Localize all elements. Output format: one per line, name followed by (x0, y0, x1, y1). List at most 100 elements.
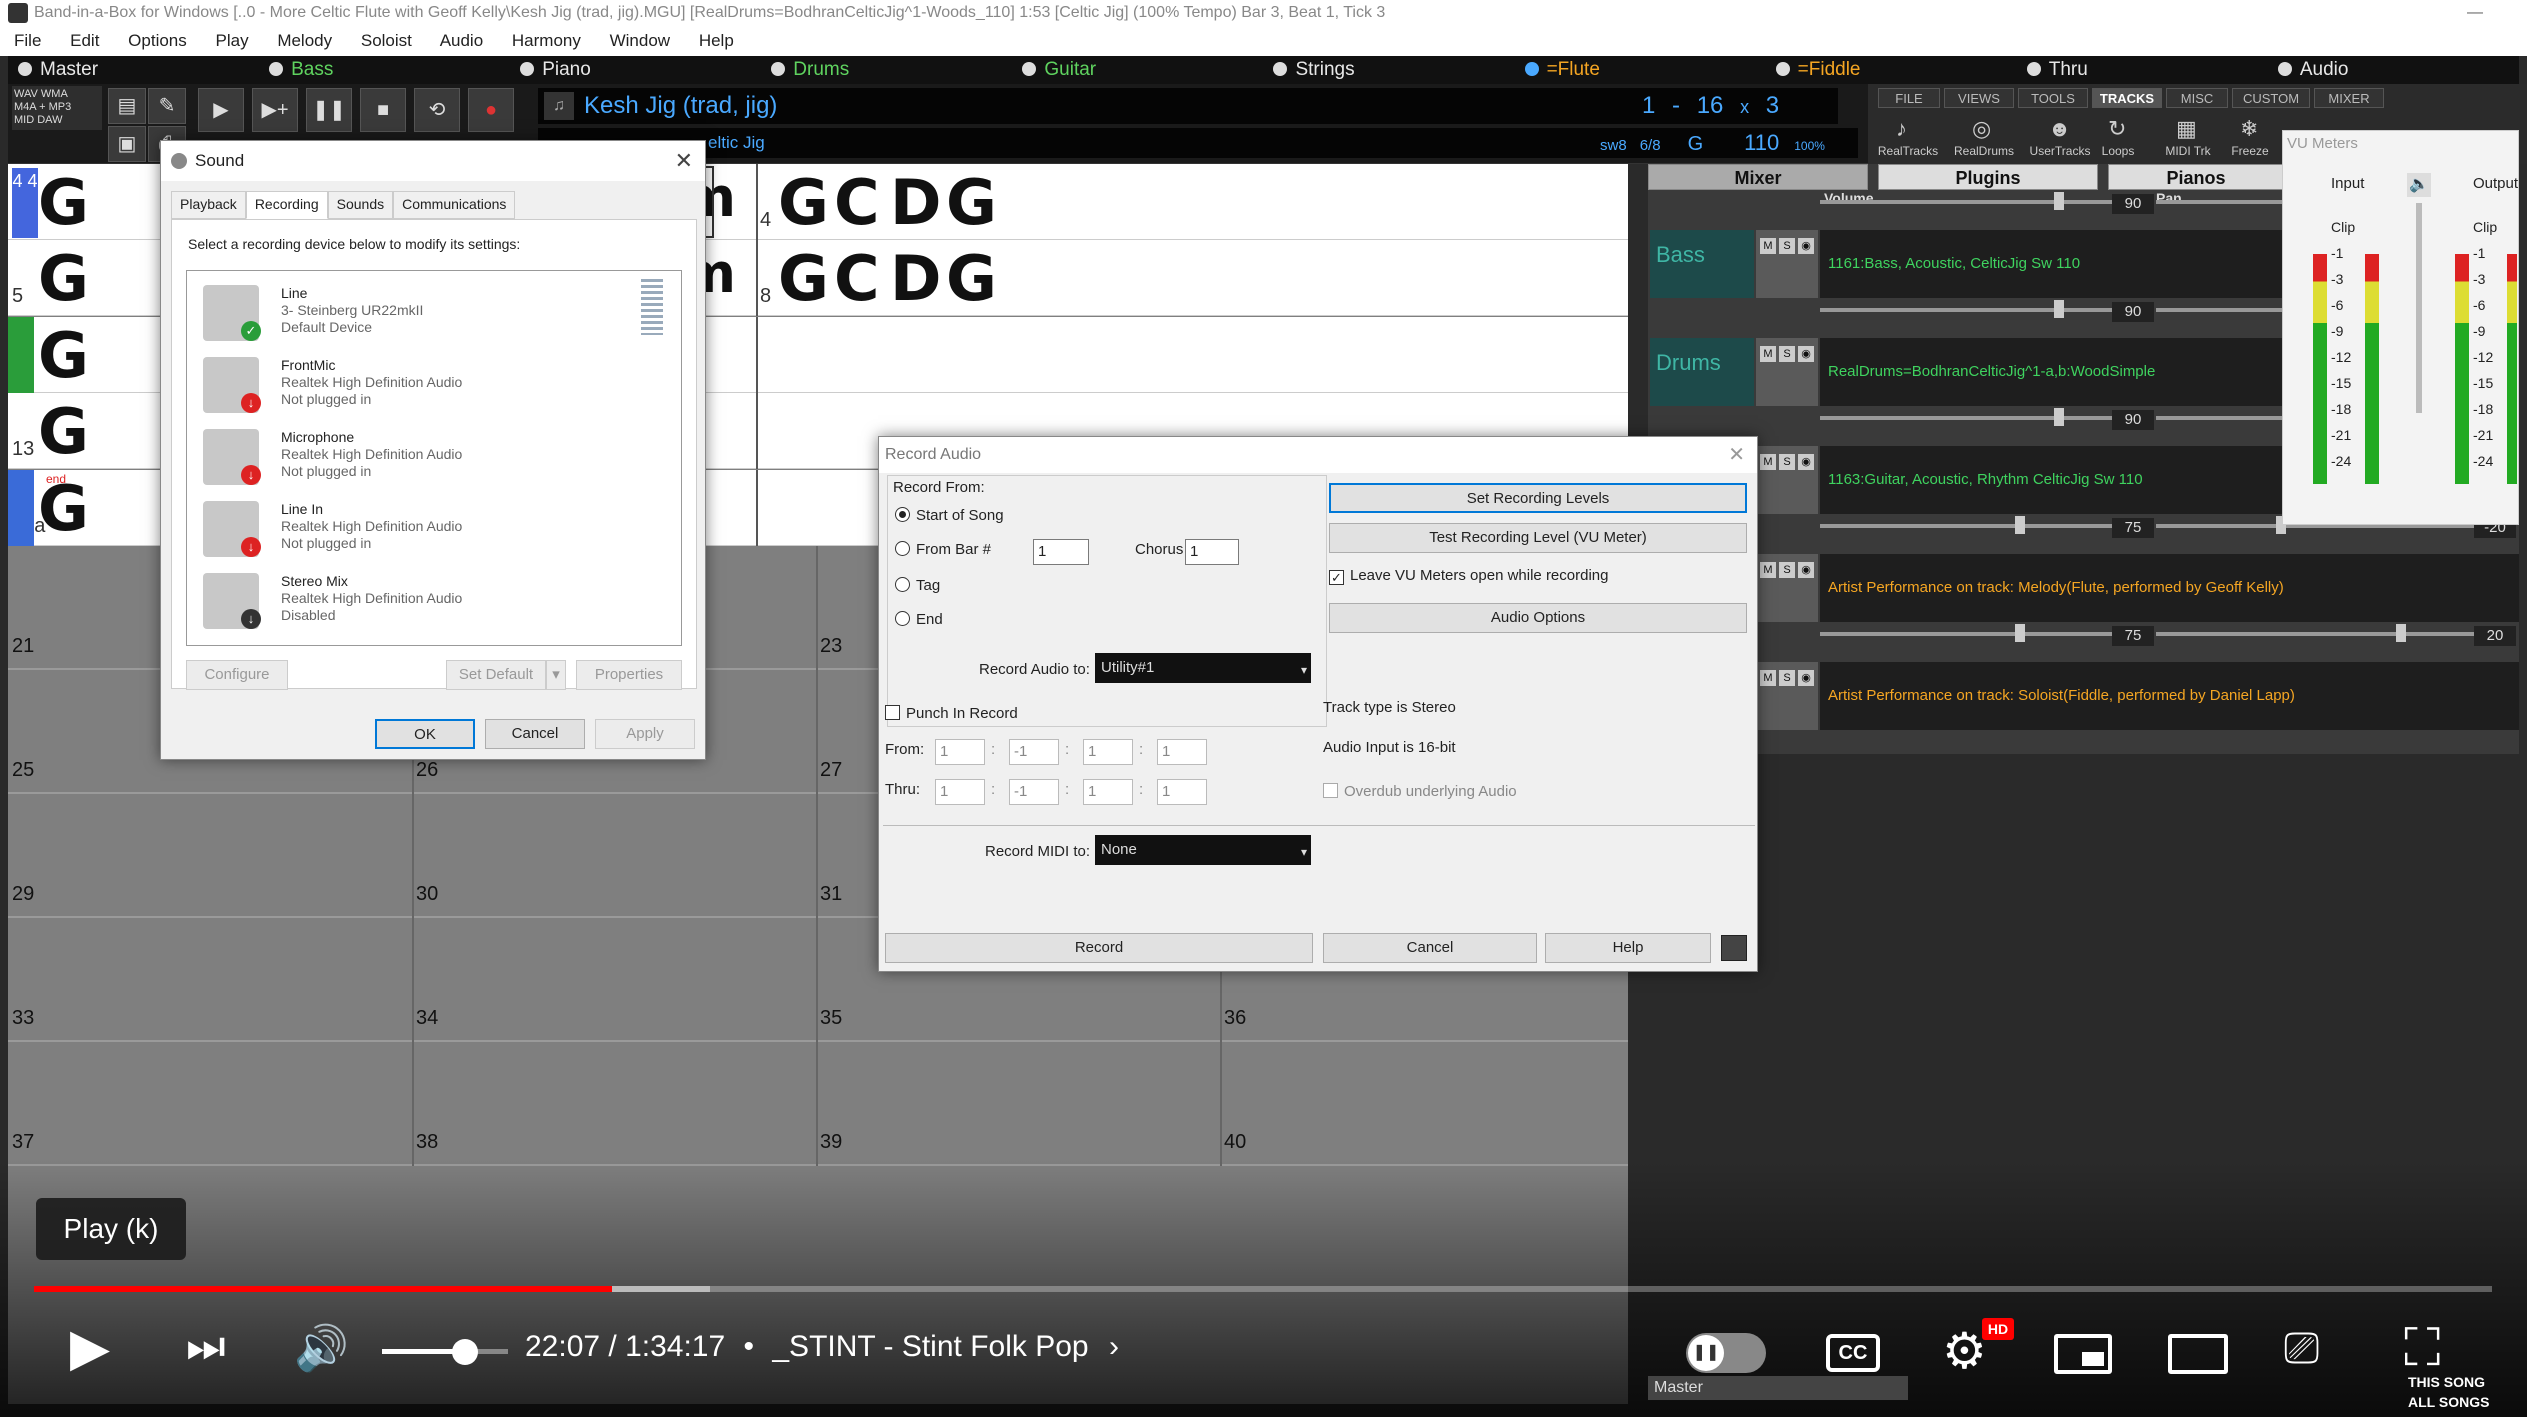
track-fiddle[interactable]: =Fiddle (1766, 56, 2017, 84)
format-buttons[interactable]: WAV WMA M4A + MP3 MID DAW (12, 86, 102, 130)
tab-file[interactable]: FILE (1878, 88, 1940, 108)
tab-misc[interactable]: MISC (2166, 88, 2228, 108)
device-item[interactable]: ↓ FrontMic Realtek High Definition Audio No… (197, 349, 677, 421)
start-of-song-option[interactable]: Start of Song (895, 507, 1004, 524)
film-icon[interactable] (1721, 935, 1747, 961)
tab-sounds[interactable]: Sounds (327, 191, 394, 219)
tab-mixer[interactable]: MIXER (2314, 88, 2384, 108)
usertracks-button[interactable]: ☻ UserTracks (2024, 112, 2096, 162)
from-field[interactable]: 1 (1157, 739, 1207, 765)
record-midi-to-select[interactable]: None ▾ (1095, 835, 1311, 865)
tab-pianos[interactable]: Pianos (2108, 164, 2284, 190)
fx-button[interactable]: ◉ (1798, 670, 1814, 686)
track-strings[interactable]: Strings (1263, 56, 1514, 84)
mute-button[interactable]: M (1760, 670, 1776, 686)
mute-button[interactable]: M (1760, 346, 1776, 362)
record-cancel-button[interactable]: Cancel (1323, 933, 1537, 963)
track-name[interactable]: Bass (1650, 230, 1754, 298)
track-audio[interactable]: Audio (2268, 56, 2519, 84)
volume-knob[interactable] (452, 1339, 478, 1365)
pan-slider[interactable] (2156, 632, 2516, 636)
volume-slider[interactable] (382, 1339, 508, 1365)
tab-tracks[interactable]: TRACKS (2092, 88, 2162, 108)
volume-knob[interactable] (2054, 300, 2064, 318)
progress-bar[interactable] (34, 1286, 2492, 1292)
record-help-button[interactable]: Help (1545, 933, 1711, 963)
from-bar-input[interactable]: 1 (1033, 539, 1089, 565)
midi-track-button[interactable]: ▦ MIDI Trk (2152, 112, 2224, 162)
pause-icon[interactable]: ❚❚ (306, 88, 352, 132)
leave-vu-checkbox[interactable]: ✓ Leave VU Meters open while recording (1329, 567, 1608, 585)
volume-knob[interactable] (2054, 408, 2064, 426)
minimize-icon[interactable]: — (2467, 0, 2487, 26)
mute-button[interactable]: M (1760, 238, 1776, 254)
play-from-icon[interactable]: ▶+ (252, 88, 298, 132)
device-item[interactable]: ↓ Line In Realtek High Definition Audio Not… (197, 493, 677, 565)
device-item[interactable]: ✓ Line 3- Steinberg UR22mkII Default Device (197, 277, 677, 349)
volume-icon[interactable]: 🔊 (294, 1322, 349, 1374)
track-guitar[interactable]: Guitar (1012, 56, 1263, 84)
key-tempo-box[interactable]: sw8 6/8 G 110 100% (1588, 128, 1858, 158)
ok-button[interactable]: OK (375, 719, 475, 749)
record-button[interactable]: Record (885, 933, 1313, 963)
device-item[interactable]: ↓ Stereo Mix Realtek High Definition Audio… (197, 565, 677, 637)
punch-in-checkbox[interactable]: Punch In Record (885, 705, 1018, 722)
speaker-icon[interactable]: 🔈 (2407, 173, 2431, 197)
from-field[interactable]: -1 (1009, 739, 1059, 765)
end-option[interactable]: End (895, 611, 943, 628)
device-item[interactable]: ↓ Microphone Realtek High Definition Audio… (197, 421, 677, 493)
freeze-button[interactable]: ❄ Freeze (2220, 112, 2280, 162)
set-default-dropdown-icon[interactable]: ▾ (546, 660, 566, 690)
volume-knob[interactable] (2054, 192, 2064, 210)
chevron-right-icon[interactable]: › (1109, 1330, 1119, 1363)
chapter-title[interactable]: _STINT - Stint Folk Pop (772, 1330, 1088, 1363)
stop-icon[interactable]: ■ (360, 88, 406, 132)
volume-knob[interactable] (2015, 624, 2025, 642)
chorus-counter[interactable]: 1 - 16 x 3 (1628, 88, 1838, 124)
close-icon[interactable]: ✕ (675, 141, 693, 181)
volume-slider[interactable] (1820, 308, 2150, 312)
theater-mode-icon[interactable] (2168, 1334, 2228, 1374)
configure-button[interactable]: Configure (186, 660, 288, 690)
audio-options-button[interactable]: Audio Options (1329, 603, 1747, 633)
fx-button[interactable]: ◉ (1798, 562, 1814, 578)
thru-field[interactable]: 1 (1157, 779, 1207, 805)
from-field[interactable]: 1 (1083, 739, 1133, 765)
this-song-label[interactable]: THIS SONG (2408, 1374, 2485, 1390)
tab-mixer-panel[interactable]: Mixer (1648, 164, 1868, 190)
menu-file[interactable]: File (14, 31, 41, 50)
menu-play[interactable]: Play (216, 31, 249, 50)
record-audio-to-select[interactable]: Utility#1 ▾ (1095, 653, 1311, 683)
track-name[interactable]: Drums (1650, 338, 1754, 406)
settings-gear-icon[interactable]: ⚙ (1942, 1322, 1987, 1380)
menu-options[interactable]: Options (128, 31, 187, 50)
thru-field[interactable]: -1 (1009, 779, 1059, 805)
set-recording-levels-button[interactable]: Set Recording Levels (1329, 483, 1747, 513)
volume-slider[interactable] (1820, 632, 2150, 636)
volume-slider[interactable] (1820, 200, 2150, 204)
mute-button[interactable]: M (1760, 562, 1776, 578)
apply-button[interactable]: Apply (595, 719, 695, 749)
test-recording-level-button[interactable]: Test Recording Level (VU Meter) (1329, 523, 1747, 553)
tag-option[interactable]: Tag (895, 577, 940, 594)
pan-knob[interactable] (2396, 624, 2406, 642)
volume-slider[interactable] (1820, 416, 2150, 420)
track-info[interactable]: Artist Performance on track: Soloist(Fid… (1820, 662, 2519, 730)
from-bar-option[interactable]: From Bar # (895, 541, 991, 558)
mute-button[interactable]: M (1760, 454, 1776, 470)
realdrums-button[interactable]: ◎ RealDrums (1948, 112, 2020, 162)
menu-soloist[interactable]: Soloist (361, 31, 412, 50)
from-field[interactable]: 1 (935, 739, 985, 765)
song-menu-icon[interactable]: ♫ (544, 92, 574, 120)
track-info[interactable]: Artist Performance on track: Melody(Flut… (1820, 554, 2519, 622)
menu-harmony[interactable]: Harmony (512, 31, 581, 50)
song-title-box[interactable]: ♫ Kesh Jig (trad, jig) (538, 88, 1638, 124)
tab-views[interactable]: VIEWS (1944, 88, 2014, 108)
open-folder-icon[interactable]: ▤ (108, 88, 146, 124)
tab-recording[interactable]: Recording (245, 191, 328, 219)
track-drums[interactable]: Drums (761, 56, 1012, 84)
volume-slider[interactable] (1820, 524, 2150, 528)
track-bass[interactable]: Bass (259, 56, 510, 84)
close-icon[interactable]: ✕ (1728, 437, 1745, 473)
solo-button[interactable]: S (1779, 454, 1795, 470)
